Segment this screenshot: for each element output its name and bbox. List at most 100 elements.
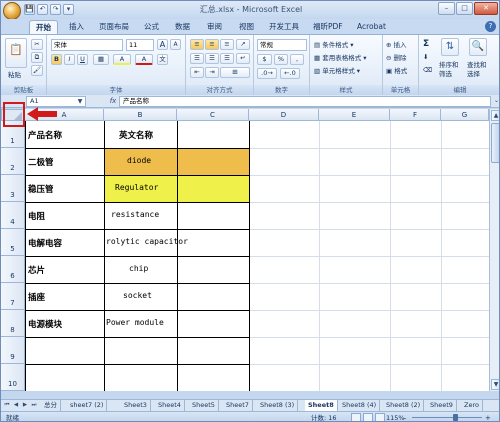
paste-icon[interactable]: 📋	[5, 38, 27, 68]
cut-icon[interactable]: ✂	[31, 39, 43, 50]
decrease-decimal-icon[interactable]: ←.0	[280, 68, 300, 79]
row-header-10[interactable]: 10	[1, 364, 25, 391]
column-header-f[interactable]: F	[390, 109, 441, 121]
cell-a2[interactable]: 二极管	[28, 156, 54, 168]
bold-button[interactable]: B	[51, 54, 62, 65]
find-select-icon[interactable]: 🔍	[469, 38, 487, 56]
sheet-tab[interactable]: Sheet7	[223, 400, 253, 411]
sheet-tab-active[interactable]: Sheet8	[305, 400, 338, 411]
sort-filter-icon[interactable]: ⇅	[441, 38, 459, 56]
sheet-tab[interactable]: Zero	[461, 400, 483, 411]
cell-a7[interactable]: 插座	[28, 291, 45, 303]
align-bottom-icon[interactable]: ≡	[220, 39, 234, 50]
decrease-indent-icon[interactable]: ⇤	[190, 67, 204, 78]
vertical-scroll-thumb[interactable]	[491, 123, 499, 163]
tab-acrobat[interactable]: Acrobat	[351, 20, 392, 34]
sheet-tab[interactable]: Sheet8 (3)	[257, 400, 299, 411]
close-button[interactable]: ✕	[474, 2, 498, 15]
next-sheet-icon[interactable]: ▶	[21, 401, 29, 410]
scroll-down-icon[interactable]: ▼	[491, 379, 499, 390]
font-name-combo[interactable]: 宋体	[51, 39, 123, 51]
shrink-font-button[interactable]: A	[170, 39, 181, 50]
sheet-tab[interactable]: Sheet4	[155, 400, 185, 411]
row-header-4[interactable]: 4	[1, 202, 25, 229]
font-color-button[interactable]: A	[135, 54, 153, 65]
format-painter-icon[interactable]: 🖌	[31, 65, 43, 76]
expand-formula-bar-icon[interactable]: ⌄	[494, 97, 499, 104]
merge-center-icon[interactable]: ⊞	[220, 67, 250, 78]
phonetic-icon[interactable]: 文	[157, 54, 168, 65]
align-top-icon[interactable]: ≡	[190, 39, 204, 50]
conditional-format-button[interactable]: ▤ 条件格式 ▾	[314, 39, 354, 49]
insert-function-icon[interactable]: fx	[107, 96, 119, 107]
zoom-level[interactable]: 115%	[386, 413, 405, 421]
first-sheet-icon[interactable]: ⏮	[3, 401, 11, 410]
formula-input[interactable]: 产品名称	[119, 96, 491, 107]
delete-cells-button[interactable]: ⊖ 删除	[386, 52, 407, 62]
tab-formulas[interactable]: 公式	[138, 20, 165, 34]
align-left-icon[interactable]: ☰	[190, 53, 204, 64]
row-header-8[interactable]: 8	[1, 310, 25, 337]
tab-developer[interactable]: 开发工具	[263, 20, 305, 34]
last-sheet-icon[interactable]: ⏭	[30, 401, 38, 410]
normal-view-icon[interactable]	[351, 413, 361, 421]
column-header-b[interactable]: B	[104, 109, 177, 121]
zoom-slider-knob[interactable]	[453, 414, 458, 421]
tab-insert[interactable]: 插入	[63, 20, 90, 34]
column-header-c[interactable]: C	[177, 109, 249, 121]
row-header-6[interactable]: 6	[1, 256, 25, 283]
zoom-out-button[interactable]: –	[403, 413, 407, 421]
sheet-tab[interactable]: Sheet3	[121, 400, 151, 411]
cell-a5[interactable]: 电解电容	[28, 237, 62, 249]
autosum-button[interactable]: Σ	[423, 39, 429, 49]
tab-review[interactable]: 审阅	[201, 20, 228, 34]
wrap-text-icon[interactable]: ↵	[236, 53, 250, 64]
cell-a3[interactable]: 稳压管	[28, 183, 54, 195]
tab-foxit-pdf[interactable]: 福昕PDF	[307, 20, 349, 34]
cell-a1[interactable]: 产品名称	[28, 129, 62, 141]
cell-b7[interactable]: socket	[123, 291, 152, 300]
clear-icon[interactable]: ⌫	[423, 66, 432, 74]
sheet-tab[interactable]: Sheet8 (4)	[339, 400, 381, 411]
align-right-icon[interactable]: ☰	[220, 53, 234, 64]
increase-indent-icon[interactable]: ⇥	[205, 67, 219, 78]
number-format-combo[interactable]: 常规	[257, 39, 307, 51]
cell-a8[interactable]: 电源模块	[28, 318, 62, 330]
italic-button[interactable]: I	[64, 54, 75, 65]
cell-b5[interactable]: rolytic capacitor	[106, 237, 188, 246]
cell-a4[interactable]: 电阻	[28, 210, 45, 222]
fill-color-button[interactable]: A	[113, 54, 131, 65]
column-header-e[interactable]: E	[319, 109, 390, 121]
tab-page-layout[interactable]: 页面布局	[93, 20, 135, 34]
row-header-7[interactable]: 7	[1, 283, 25, 310]
format-cells-button[interactable]: ▣ 格式	[386, 65, 407, 75]
help-icon[interactable]: ?	[485, 21, 496, 32]
row-header-9[interactable]: 9	[1, 337, 25, 364]
cell-b8[interactable]: Power module	[106, 318, 164, 327]
maximize-button[interactable]: □	[456, 2, 473, 15]
prev-sheet-icon[interactable]: ◀	[12, 401, 20, 410]
sheet-tab[interactable]: 总分	[41, 400, 61, 411]
scroll-up-icon[interactable]: ▲	[491, 110, 499, 121]
align-center-icon[interactable]: ☰	[205, 53, 219, 64]
cell-b6[interactable]: chip	[129, 264, 148, 273]
insert-cells-button[interactable]: ⊕ 插入	[386, 39, 407, 49]
percent-button[interactable]: %	[274, 54, 288, 65]
row-header-2[interactable]: 2	[1, 148, 25, 175]
cell-b4[interactable]: resistance	[111, 210, 159, 219]
grow-font-button[interactable]: A	[157, 39, 168, 50]
cell-styles-button[interactable]: ▧ 单元格样式 ▾	[314, 65, 360, 75]
font-size-combo[interactable]: 11	[126, 39, 154, 51]
vertical-scrollbar[interactable]: ▲ ▼	[489, 109, 499, 391]
column-header-d[interactable]: D	[249, 109, 319, 121]
sheet-tab[interactable]: Sheet8 (2)	[383, 400, 425, 411]
increase-decimal-icon[interactable]: .0→	[257, 68, 277, 79]
row-header-5[interactable]: 5	[1, 229, 25, 256]
cell-b1[interactable]: 英文名称	[119, 129, 153, 141]
name-box-dropdown-icon[interactable]: ▼	[74, 96, 86, 107]
page-break-view-icon[interactable]	[375, 413, 385, 421]
comma-button[interactable]: ,	[290, 54, 304, 65]
borders-icon[interactable]: ▦	[93, 54, 109, 65]
tab-data[interactable]: 数据	[169, 20, 196, 34]
tab-home[interactable]: 开始	[29, 20, 58, 34]
